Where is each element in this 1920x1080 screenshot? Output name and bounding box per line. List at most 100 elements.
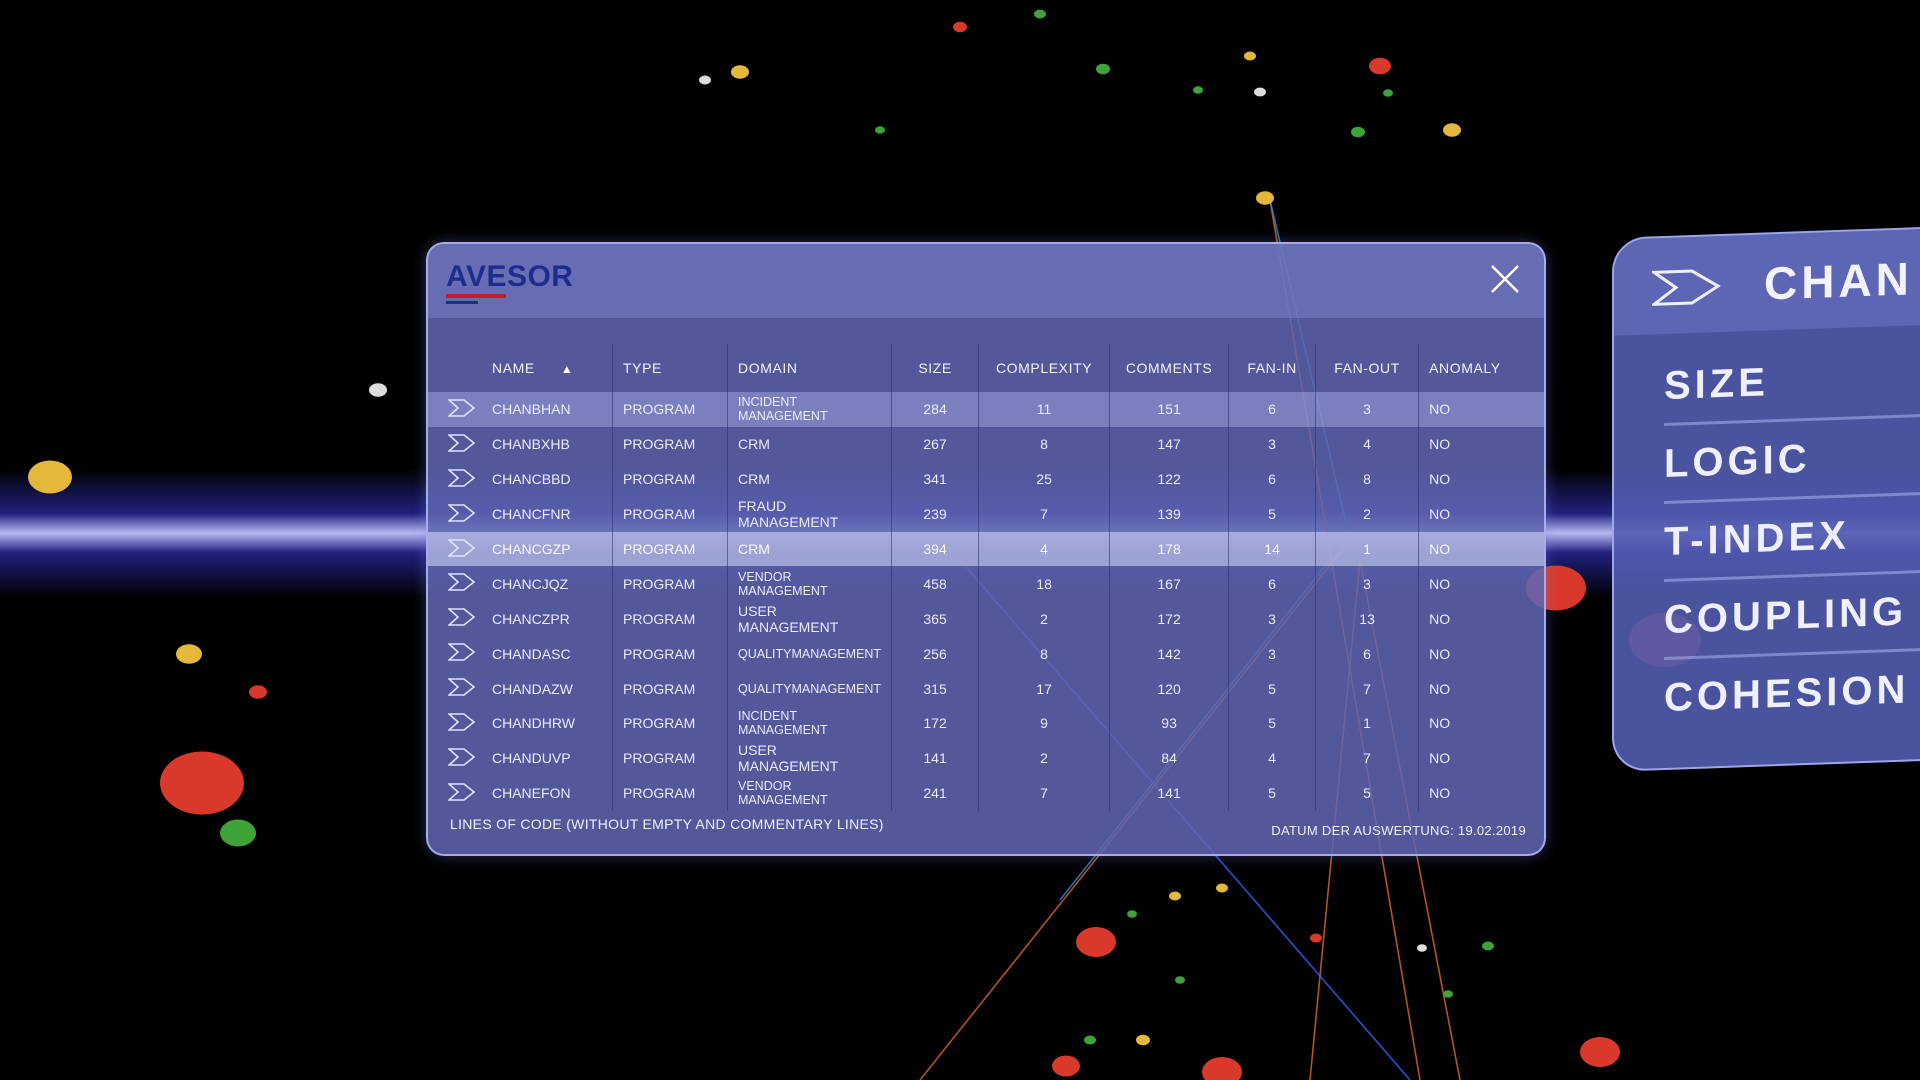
sort-ascending-icon[interactable]: ▲ [561,362,573,376]
row-expand-cell[interactable] [428,671,482,706]
cell-domain: USER MANAGEMENT [726,601,892,637]
cell-comments: 147 [1109,426,1229,462]
cell-complexity: 8 [978,636,1110,672]
table-row[interactable]: CHANCBBD PROGRAM CRM 341 25 122 6 8 NO [428,461,1544,497]
cell-comments: 172 [1109,601,1229,637]
cell-size: 341 [891,461,979,497]
chevron-right-icon[interactable] [1652,266,1724,309]
cell-type: PROGRAM [612,775,728,811]
header-size[interactable]: SIZE [891,344,979,392]
row-expand-cell[interactable] [428,566,482,601]
graph-node [1443,990,1453,998]
close-button[interactable] [1488,262,1522,296]
graph-node [1096,63,1110,75]
cell-domain: QUALITYMANAGEMENT [726,636,892,672]
table-row[interactable]: CHANDUVP PROGRAM USER MANAGEMENT 141 2 8… [428,740,1544,776]
cell-name: CHANCBBD [492,471,571,488]
graph-node [1136,1034,1150,1046]
header-anomaly[interactable]: ANOMALY [1418,344,1544,392]
cell-anomaly: NO [1418,671,1544,707]
cell-fan-out: 1 [1315,706,1419,741]
cell-comments: 139 [1109,496,1229,532]
cell-comments: 178 [1109,531,1229,567]
cell-comments: 151 [1109,392,1229,427]
cell-size: 141 [891,740,979,776]
cell-domain: FRAUD MANAGEMENT [726,496,892,532]
table-row[interactable]: CHANDHRW PROGRAM INCIDENT MANAGEMENT 172… [428,706,1544,741]
row-expand-cell[interactable] [428,776,482,811]
graph-node [1084,1035,1096,1045]
table-row[interactable]: CHANCZPR PROGRAM USER MANAGEMENT 365 2 1… [428,601,1544,637]
header-anomaly-label: ANOMALY [1429,360,1501,376]
metric-item-size[interactable]: SIZE [1664,353,1920,427]
logo-text: AVESOR [446,260,574,293]
graph-node [953,21,967,33]
cell-fan-out: 7 [1315,740,1419,776]
cell-anomaly: NO [1418,706,1544,741]
header-domain[interactable]: DOMAIN [726,344,892,392]
header-fan-out[interactable]: FAN-OUT [1315,344,1419,392]
cell-name: CHANEFON [492,785,571,802]
cell-anomaly: NO [1418,775,1544,811]
cell-size: 284 [891,392,979,427]
metric-item-logic[interactable]: LOGIC [1664,431,1920,505]
cell-complexity: 2 [978,601,1110,637]
cell-fan-in: 5 [1228,775,1316,811]
cell-type: PROGRAM [612,531,728,567]
metric-item-t-index[interactable]: T-INDEX [1664,509,1920,583]
header-complexity-label: COMPLEXITY [995,360,1093,376]
cell-size: 365 [891,601,979,637]
table-row[interactable]: CHANCFNR PROGRAM FRAUD MANAGEMENT 239 7 … [428,496,1544,532]
graph-node [1052,1055,1080,1077]
header-fan-in[interactable]: FAN-IN [1228,344,1316,392]
header-complexity[interactable]: COMPLEXITY [978,344,1110,392]
row-expand-cell[interactable] [428,531,482,567]
cell-complexity: 7 [978,775,1110,811]
graph-node [1076,927,1116,957]
logo-red-bar [446,294,506,298]
header-name-label: NAME [492,360,535,376]
graph-node [369,383,387,397]
header-spacer [428,344,482,392]
cell-fan-in: 14 [1228,531,1316,567]
metric-item-cohesion[interactable]: COHESION [1664,666,1920,735]
table-row-selected[interactable]: CHANCGZP PROGRAM CRM 394 4 178 14 1 NO [428,531,1544,567]
cell-type: PROGRAM [612,496,728,532]
header-type[interactable]: TYPE [612,344,728,392]
row-expand-cell[interactable] [428,497,482,532]
cell-size: 239 [891,496,979,532]
cell-anomaly: NO [1418,740,1544,776]
table-row[interactable]: CHANDAZW PROGRAM QUALITYMANAGEMENT 315 1… [428,671,1544,707]
cell-fan-out: 2 [1315,496,1419,532]
cell-domain: QUALITYMANAGEMENT [726,671,892,707]
cell-size: 241 [891,775,979,811]
row-expand-cell[interactable] [428,392,482,427]
cell-complexity: 18 [978,566,1110,602]
table-row[interactable]: CHANBXHB PROGRAM CRM 267 8 147 3 4 NO [428,426,1544,462]
row-expand-cell[interactable] [428,427,482,462]
metric-item-coupling[interactable]: COUPLING [1664,587,1920,661]
graph-node [28,460,72,494]
cell-complexity: 8 [978,426,1110,462]
table-row[interactable]: CHANDASC PROGRAM QUALITYMANAGEMENT 256 8… [428,636,1544,672]
header-comments[interactable]: COMMENTS [1109,344,1229,392]
graph-node [875,126,885,134]
table-row[interactable]: CHANEFON PROGRAM VENDOR MANAGEMENT 241 7… [428,775,1544,811]
row-expand-cell[interactable] [428,601,482,636]
cell-name: CHANDUVP [492,750,571,767]
row-expand-cell[interactable] [428,706,482,741]
table-row[interactable]: CHANCJQZ PROGRAM VENDOR MANAGEMENT 458 1… [428,566,1544,602]
graph-node [1310,933,1322,943]
chevron-right-icon [446,573,476,592]
header-name[interactable]: NAME ▲ [482,344,613,392]
avesor-logo: AVESOR [446,262,573,304]
program-metrics-table: NAME ▲ TYPE DOMAIN SIZE COMPLEXITY COMMEN… [428,344,1544,811]
cell-anomaly: NO [1418,392,1544,427]
cell-fan-in: 6 [1228,566,1316,602]
row-expand-cell[interactable] [428,636,482,671]
cell-name: CHANDASC [492,645,571,662]
cell-name: CHANBHAN [482,392,613,427]
row-expand-cell[interactable] [428,462,482,497]
table-row[interactable]: CHANBHAN PROGRAM INCIDENT MANAGEMENT 284… [428,392,1544,427]
row-expand-cell[interactable] [428,741,482,776]
